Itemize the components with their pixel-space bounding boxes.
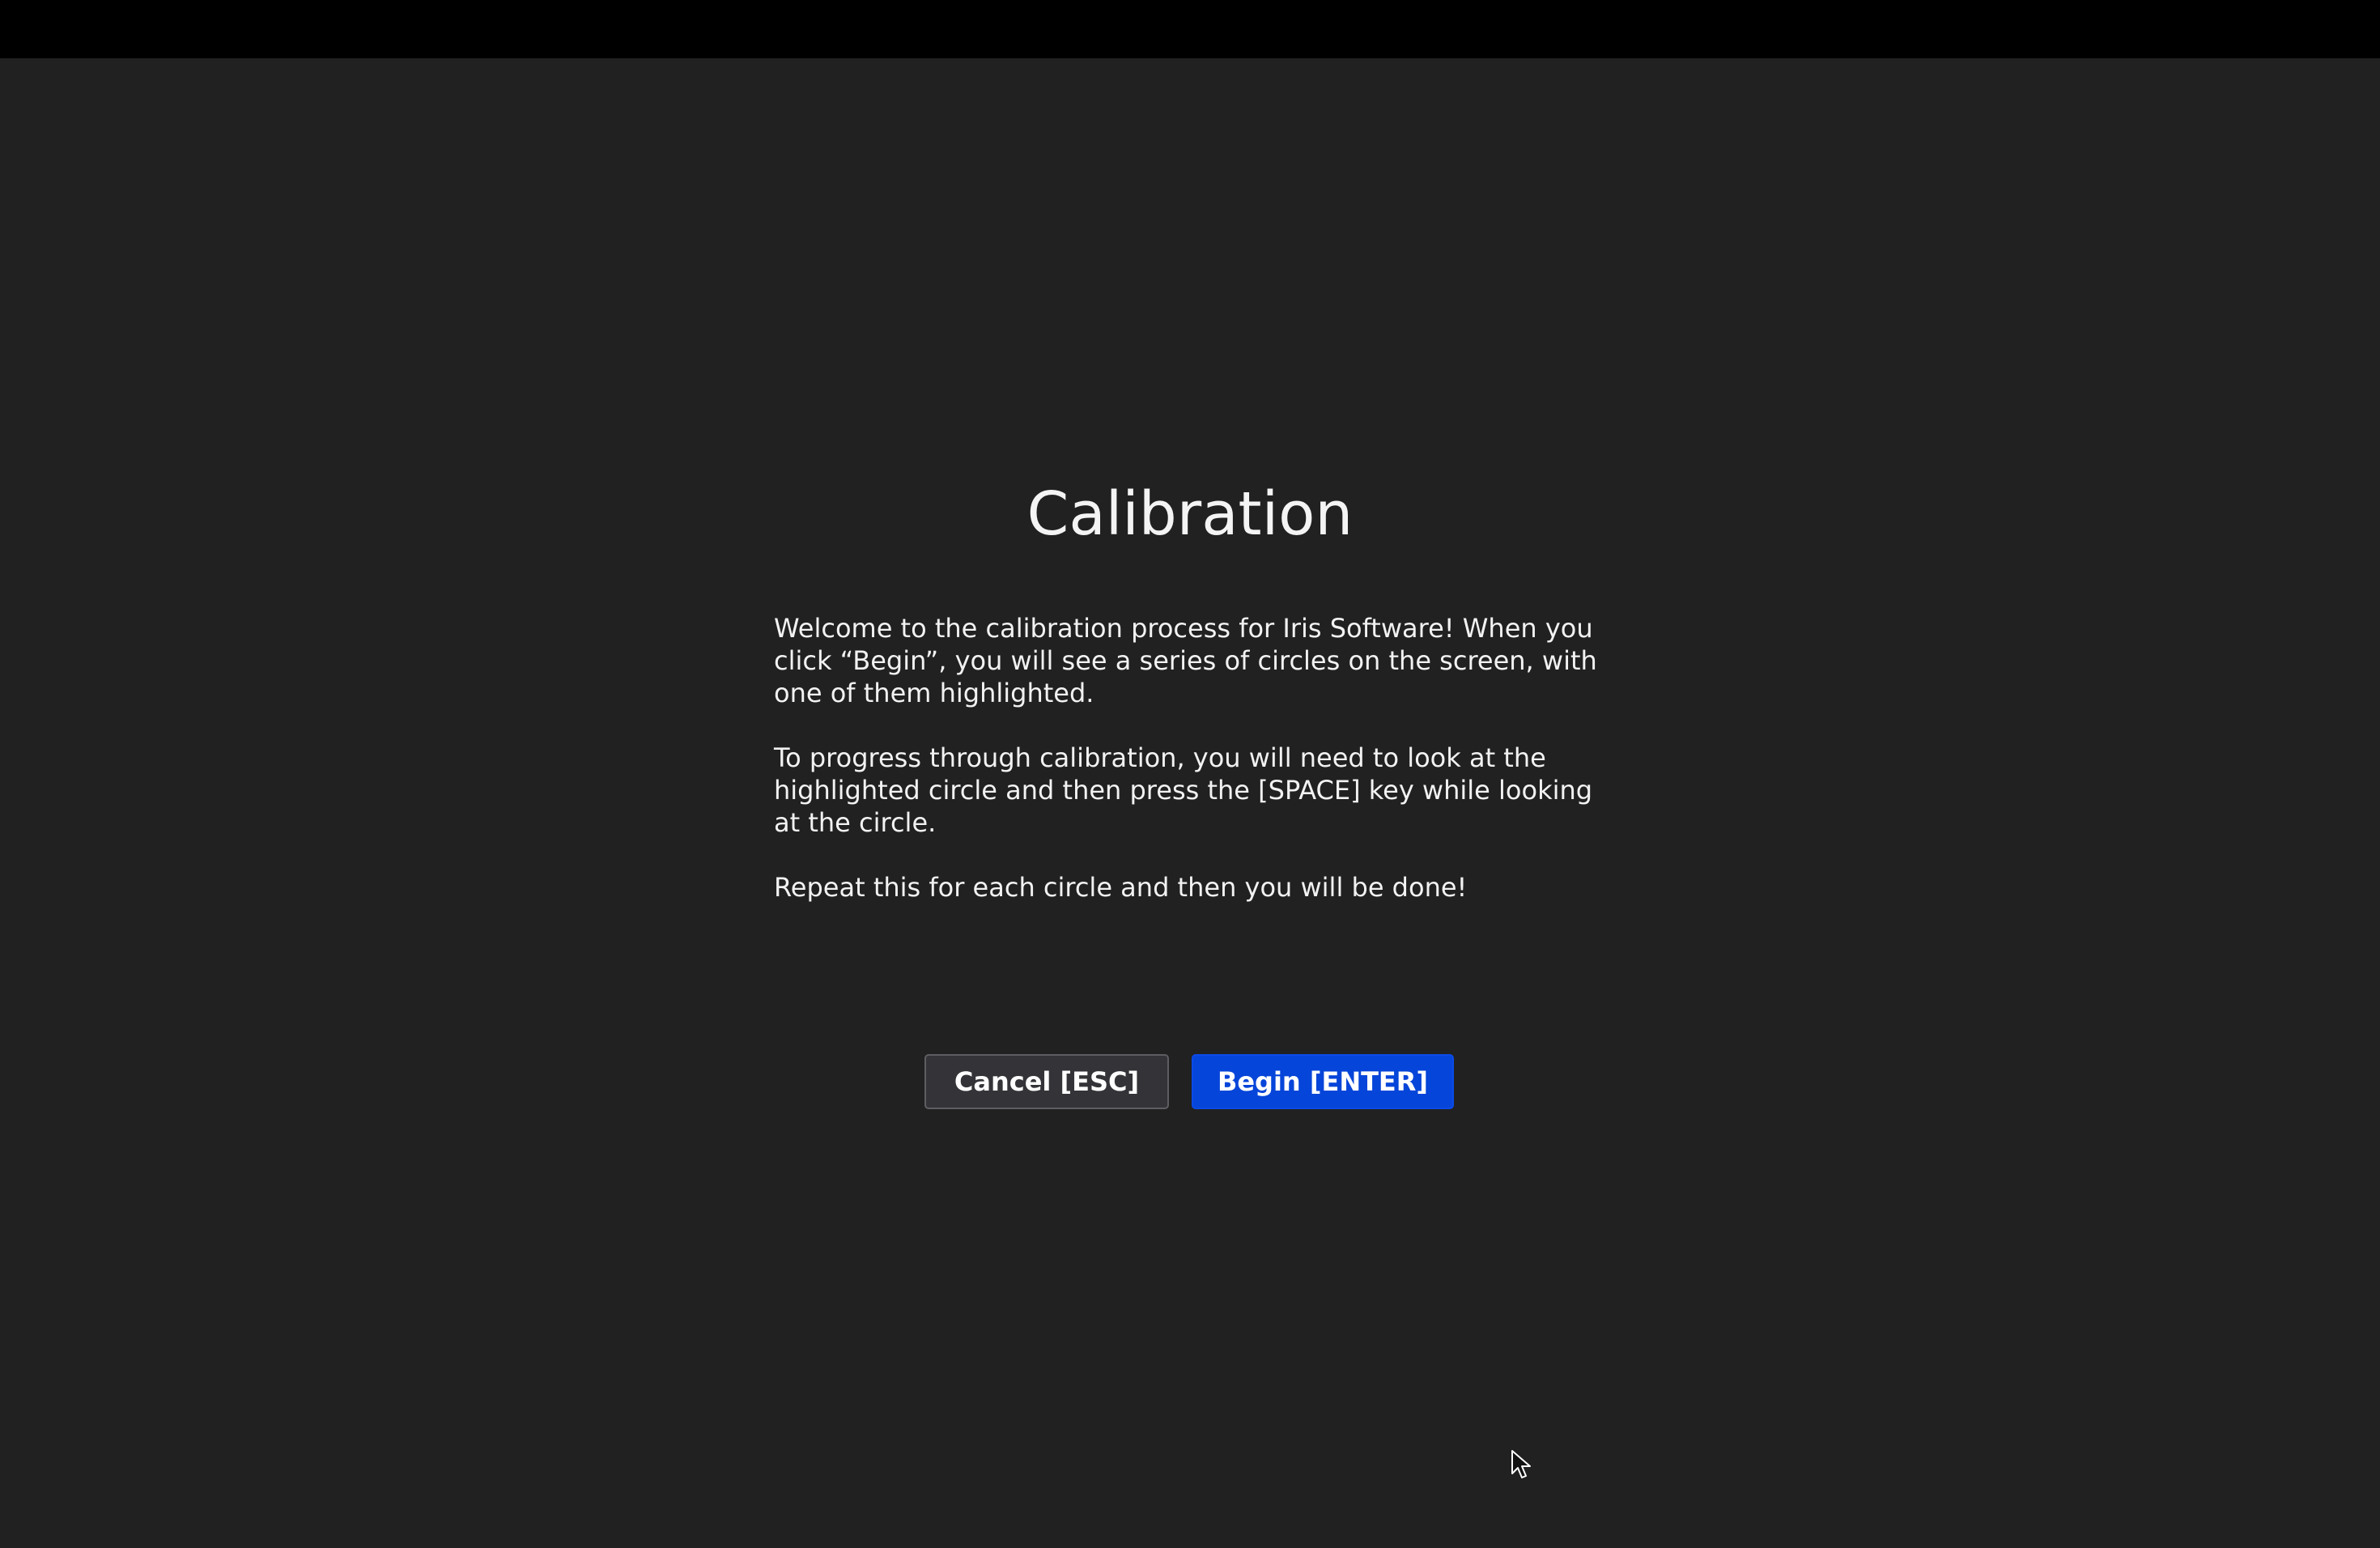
cancel-button[interactable]: Cancel [ESC] xyxy=(924,1054,1169,1109)
page-title: Calibration xyxy=(1026,479,1354,549)
instruction-paragraph-progress: To progress through calibration, you wil… xyxy=(774,742,1593,838)
cancel-button-label: Cancel [ESC] xyxy=(954,1066,1140,1097)
mouse-pointer-icon xyxy=(1511,1450,1531,1478)
instructions: Welcome to the calibration process for I… xyxy=(774,612,1616,936)
begin-button[interactable]: Begin [ENTER] xyxy=(1192,1054,1454,1109)
top-bar xyxy=(0,0,2380,58)
instruction-paragraph-welcome: Welcome to the calibration process for I… xyxy=(774,613,1597,708)
instruction-paragraph-repeat: Repeat this for each circle and then you… xyxy=(774,872,1468,903)
begin-button-label: Begin [ENTER] xyxy=(1217,1066,1429,1097)
